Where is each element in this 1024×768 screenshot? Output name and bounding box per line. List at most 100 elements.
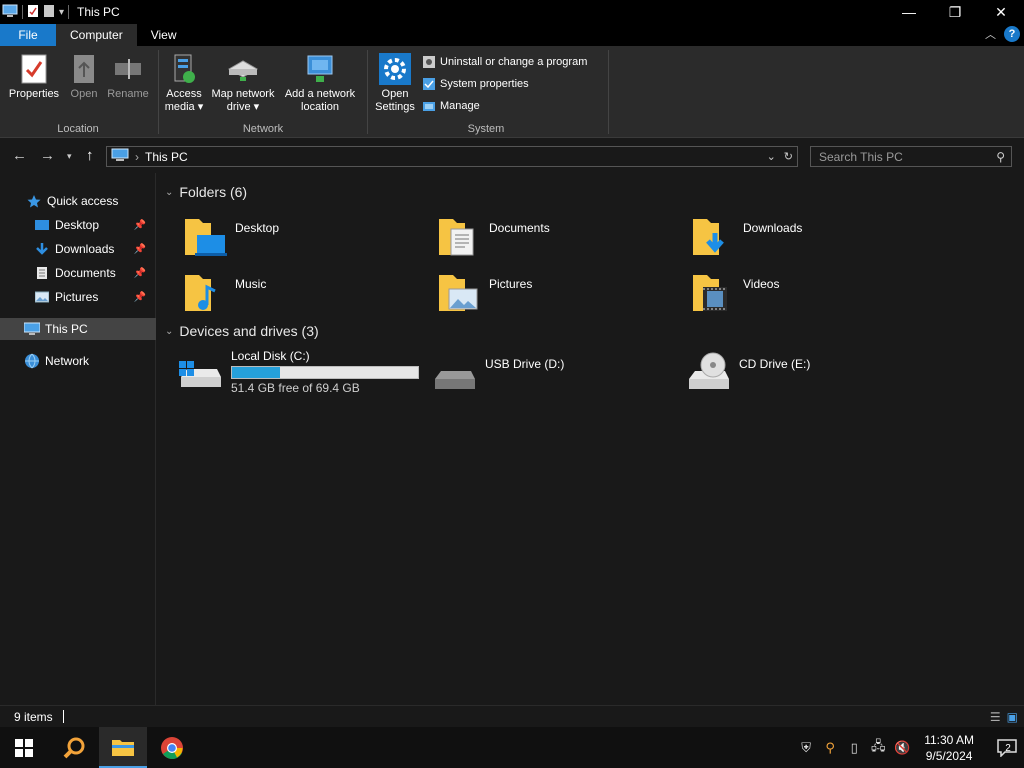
collapse-ribbon-icon[interactable]: ︿ [985, 26, 996, 42]
refresh-icon[interactable]: ↻ [784, 150, 793, 163]
tab-computer[interactable]: Computer [56, 24, 137, 46]
sidebar-item-desktop[interactable]: Desktop 📌 [34, 214, 146, 236]
forward-arrow-icon[interactable]: → [40, 147, 55, 164]
settings-gear-icon [378, 52, 412, 86]
search-tray-icon[interactable]: ⚲ [818, 740, 842, 756]
system-properties-button[interactable]: System properties [422, 77, 529, 91]
properties-label: Properties [8, 88, 60, 100]
folder-documents[interactable]: Documents [435, 213, 665, 261]
start-button[interactable] [0, 727, 48, 768]
search-taskbar-button[interactable] [50, 727, 98, 768]
group-divider [158, 50, 159, 134]
open-label: Open [70, 88, 98, 100]
sidebar-item-pictures[interactable]: Pictures 📌 [34, 286, 146, 308]
folder-pictures[interactable]: Pictures [435, 269, 665, 317]
properties-button[interactable]: Properties [6, 52, 62, 101]
sidebar-item-downloads[interactable]: Downloads 📌 [34, 238, 146, 260]
folder-downloads[interactable]: Downloads [689, 213, 919, 261]
media-server-icon [167, 52, 201, 86]
windows-logo-icon [15, 738, 33, 757]
search-box[interactable]: Search This PC ⚲ [810, 146, 1012, 167]
downloads-folder-icon [689, 213, 737, 261]
search-icon[interactable]: ⚲ [996, 150, 1005, 164]
address-dropdown-icon[interactable]: ⌄ [767, 150, 776, 163]
volume-muted-icon[interactable]: 🔇 [890, 740, 914, 756]
add-network-location-button[interactable]: Add a network location [280, 52, 360, 114]
customize-qat-icon[interactable]: ▾ [59, 7, 64, 18]
tab-view[interactable]: View [137, 24, 191, 46]
network-status-icon[interactable]: 🖧 [866, 737, 890, 759]
map-drive-label-1: Map network [211, 88, 275, 100]
drive-name: CD Drive (E:) [739, 357, 811, 371]
drive-local-c[interactable]: Local Disk (C:) 51.4 GB free of 69.4 GB [177, 349, 427, 397]
folder-desktop[interactable]: Desktop [181, 213, 411, 261]
content-pane: ⌄ Folders (6) Desktop Documents Download… [157, 173, 1024, 705]
desktop-icon [34, 217, 50, 233]
usb-device-icon[interactable]: ▯ [842, 740, 866, 756]
location-group-label: Location [57, 123, 99, 135]
sidebar-item-this-pc[interactable]: This PC [0, 318, 156, 340]
access-media-label-1: Access [166, 88, 202, 100]
map-network-drive-button[interactable]: Map network drive ▾ [206, 52, 280, 114]
computer-icon[interactable] [2, 4, 18, 21]
window-title: This PC [77, 5, 120, 19]
address-bar[interactable]: › This PC ⌄ ↻ [106, 146, 798, 167]
sidebar-item-quick-access[interactable]: Quick access [26, 190, 118, 212]
manage-button[interactable]: Manage [422, 99, 480, 113]
details-view-icon[interactable]: ☰ [990, 710, 1001, 724]
folder-music[interactable]: Music [181, 269, 411, 317]
pin-icon[interactable]: 📌 [134, 268, 146, 279]
document-icon [34, 265, 50, 281]
videos-folder-icon [689, 269, 737, 317]
drive-cd-e[interactable]: CD Drive (E:) [685, 349, 915, 397]
rename-button[interactable]: Rename [106, 52, 150, 101]
uninstall-program-button[interactable]: Uninstall or change a program [422, 55, 587, 69]
folder-videos[interactable]: Videos [689, 269, 919, 317]
devices-section-header[interactable]: ⌄ Devices and drives (3) [165, 323, 319, 339]
sidebar-item-label: Downloads [55, 242, 115, 256]
help-icon[interactable]: ? [1004, 26, 1020, 42]
chrome-taskbar-button[interactable] [148, 727, 196, 768]
up-arrow-icon[interactable]: ↑ [86, 147, 94, 164]
open-settings-button[interactable]: Open Settings [372, 52, 418, 114]
sidebar-item-label: Network [45, 354, 90, 368]
status-bar: 9 items ☰ ▣ [0, 705, 1024, 727]
recent-locations-chevron-icon[interactable]: ▾ [67, 151, 72, 162]
file-explorer-taskbar-button[interactable] [99, 727, 147, 768]
back-arrow-icon[interactable]: ← [12, 147, 27, 164]
security-shield-icon[interactable]: ⛨ [794, 740, 818, 756]
close-button[interactable]: ✕ [978, 0, 1024, 24]
pin-icon[interactable]: 📌 [134, 292, 146, 303]
system-group-label: System [467, 123, 505, 135]
collapse-chevron-icon[interactable]: ⌄ [165, 326, 173, 337]
breadcrumb-separator-icon[interactable]: › [135, 150, 139, 164]
collapse-chevron-icon[interactable]: ⌄ [165, 187, 173, 198]
music-folder-icon [181, 269, 229, 317]
sidebar-item-network[interactable]: Network [24, 350, 89, 372]
large-icons-view-icon[interactable]: ▣ [1007, 710, 1018, 724]
pin-icon[interactable]: 📌 [134, 220, 146, 231]
open-icon [67, 52, 101, 86]
network-globe-icon [24, 353, 40, 369]
restore-button[interactable]: ❐ [932, 0, 978, 24]
pin-icon[interactable]: 📌 [134, 244, 146, 255]
properties-qat-icon[interactable] [27, 4, 39, 21]
minimize-button[interactable]: — [886, 0, 932, 24]
folders-section-header[interactable]: ⌄ Folders (6) [165, 184, 247, 200]
desktop-folder-icon [181, 213, 229, 261]
open-button[interactable]: Open [64, 52, 104, 101]
rename-icon [111, 52, 145, 86]
taskbar: ⛨ ⚲ ▯ 🖧 🔇 11:30 AM 9/5/2024 2 [0, 727, 1024, 768]
drive-usb-d[interactable]: USB Drive (D:) [431, 349, 661, 397]
new-folder-qat-icon[interactable] [43, 4, 55, 21]
access-media-button[interactable]: Access media ▾ [162, 52, 206, 114]
picture-icon [34, 289, 50, 305]
sidebar-item-documents[interactable]: Documents 📌 [34, 262, 146, 284]
tab-file[interactable]: File [0, 24, 56, 46]
computer-icon [24, 321, 40, 337]
network-drive-icon [226, 52, 260, 86]
sidebar-item-label: Documents [55, 266, 116, 280]
breadcrumb-this-pc[interactable]: This PC [145, 150, 188, 164]
action-center-button[interactable]: 2 [984, 738, 1024, 757]
clock[interactable]: 11:30 AM 9/5/2024 [924, 732, 974, 764]
